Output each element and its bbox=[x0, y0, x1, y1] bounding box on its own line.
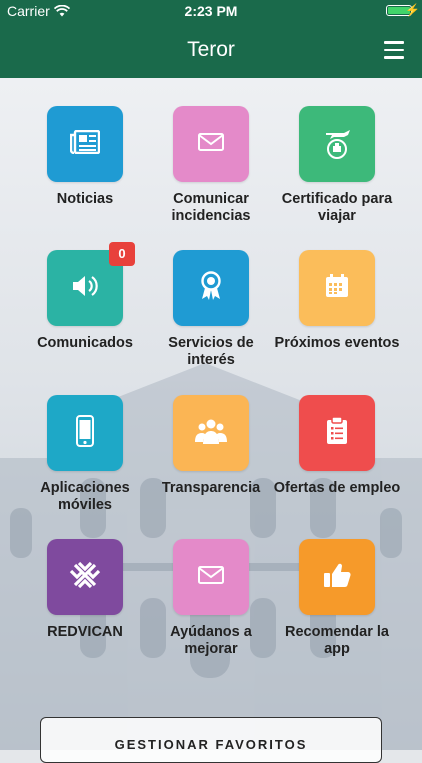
tile-transparencia[interactable]: Transparencia bbox=[146, 395, 276, 497]
clipboard-icon bbox=[326, 415, 348, 450]
tile-comunicados[interactable]: 0 Comunicados bbox=[20, 242, 150, 352]
tile-comunicar-incidencias[interactable]: Comunicar incidencias bbox=[146, 106, 276, 225]
tile-redvican[interactable]: REDVICAN bbox=[20, 539, 150, 641]
tile-label: REDVICAN bbox=[47, 624, 123, 640]
tile-servicios-de-interes[interactable]: Servicios de interés bbox=[146, 250, 276, 369]
tile-icon-box bbox=[173, 395, 249, 471]
navigation-bar: Teror bbox=[0, 22, 422, 78]
tile-label: Recomendar la app bbox=[285, 624, 389, 657]
tile-icon-box bbox=[173, 539, 249, 615]
envelope-icon bbox=[198, 132, 224, 156]
tile-icon-box bbox=[47, 539, 123, 615]
tile-icon-box: 0 bbox=[47, 242, 135, 326]
tile-label: Aplicaciones móviles bbox=[40, 480, 130, 513]
hamburger-menu-icon[interactable] bbox=[384, 41, 404, 59]
clock-time: 2:23 PM bbox=[184, 3, 238, 19]
redvican-logo-icon bbox=[67, 559, 103, 596]
tile-icon-box bbox=[299, 250, 375, 326]
notification-badge: 0 bbox=[109, 242, 135, 266]
tile-ofertas-de-empleo[interactable]: Ofertas de empleo bbox=[272, 395, 402, 497]
status-bar: Carrier 2:23 PM ⚡ bbox=[0, 0, 422, 22]
tile-label: Noticias bbox=[56, 191, 114, 207]
manage-favorites-button[interactable]: GESTIONAR FAVORITOS bbox=[40, 717, 382, 763]
tile-proximos-eventos[interactable]: Próximos eventos bbox=[272, 250, 402, 352]
tile-icon-box bbox=[47, 106, 123, 182]
tile-ayudanos-a-mejorar[interactable]: Ayúdanos a mejorar bbox=[146, 539, 276, 658]
smartphone-icon bbox=[76, 414, 94, 452]
tile-label: Certificado para viajar bbox=[281, 191, 393, 224]
tile-label: Ayúdanos a mejorar bbox=[170, 624, 252, 657]
ribbon-icon bbox=[199, 270, 223, 306]
tile-label: Ofertas de empleo bbox=[273, 480, 401, 496]
tile-icon-box bbox=[299, 106, 375, 182]
tile-recomendar-la-app[interactable]: Recomendar la app bbox=[272, 539, 402, 658]
travel-certificate-icon bbox=[320, 125, 354, 164]
thumbs-up-icon bbox=[323, 562, 351, 593]
calendar-icon bbox=[325, 273, 349, 303]
page-title: Teror bbox=[187, 38, 235, 61]
charging-icon: ⚡ bbox=[405, 3, 420, 17]
people-icon bbox=[194, 418, 228, 449]
tile-noticias[interactable]: Noticias bbox=[20, 106, 150, 208]
tile-label: Próximos eventos bbox=[274, 335, 400, 351]
tile-icon-box bbox=[299, 395, 375, 471]
speaker-icon bbox=[71, 274, 99, 303]
newspaper-icon bbox=[69, 129, 101, 159]
tile-icon-box bbox=[173, 106, 249, 182]
tile-certificado-para-viajar[interactable]: Certificado para viajar bbox=[272, 106, 402, 225]
tile-label: Comunicar incidencias bbox=[171, 191, 251, 224]
tile-aplicaciones-moviles[interactable]: Aplicaciones móviles bbox=[20, 395, 150, 514]
tile-icon-box bbox=[299, 539, 375, 615]
tile-icon-box bbox=[47, 395, 123, 471]
tile-label: Comunicados bbox=[37, 335, 133, 351]
tile-icon-box bbox=[173, 250, 249, 326]
tile-label: Servicios de interés bbox=[168, 335, 254, 368]
envelope-icon bbox=[198, 565, 224, 589]
tile-label: Transparencia bbox=[161, 480, 261, 496]
